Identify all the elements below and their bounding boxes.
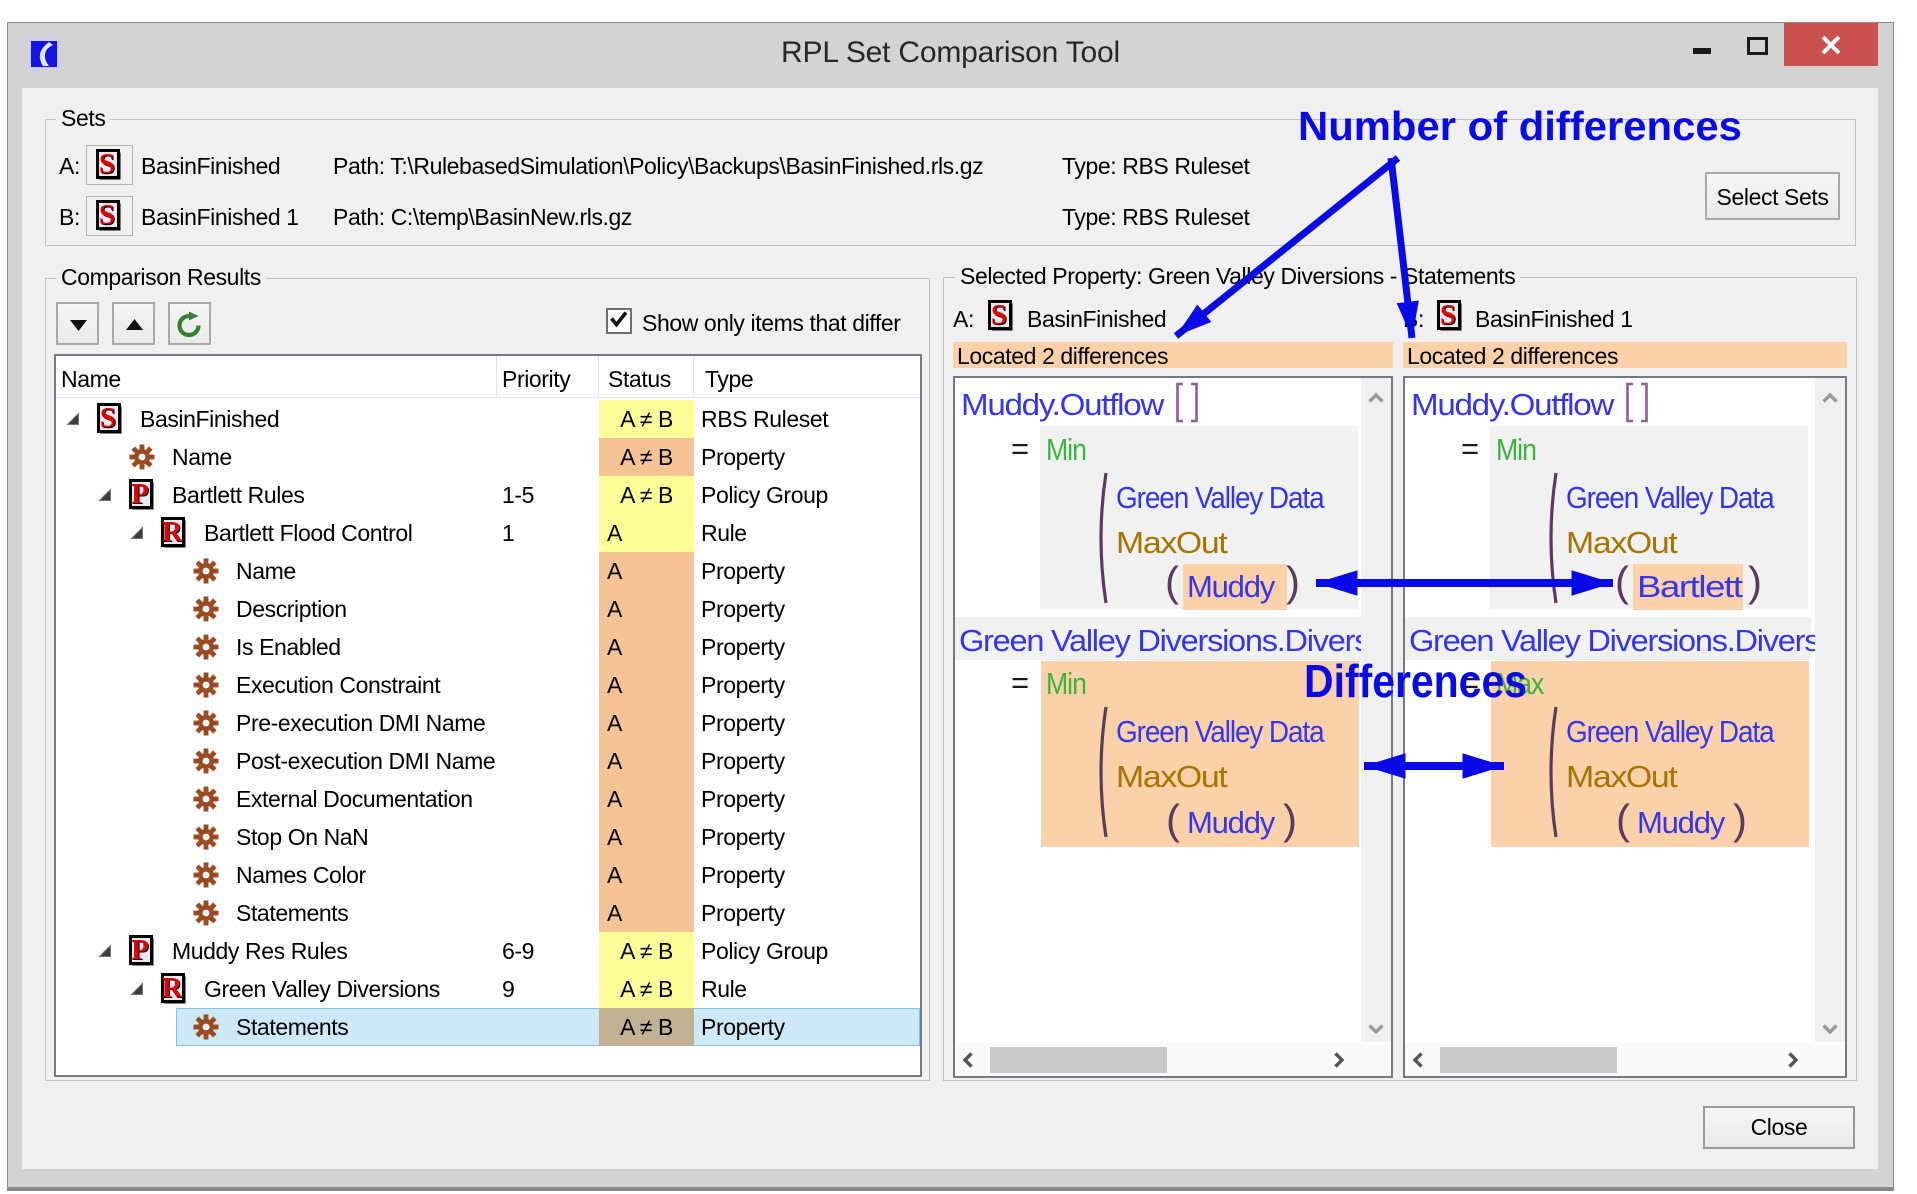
svg-text:S: S xyxy=(99,200,115,231)
svg-text:R: R xyxy=(162,973,184,1004)
svg-text:S: S xyxy=(1440,300,1456,331)
svg-text:R: R xyxy=(162,517,184,548)
svg-text:P: P xyxy=(131,479,149,510)
svg-text:S: S xyxy=(991,300,1007,331)
svg-text:P: P xyxy=(131,935,149,966)
svg-text:S: S xyxy=(99,149,115,180)
svg-text:S: S xyxy=(100,403,116,434)
